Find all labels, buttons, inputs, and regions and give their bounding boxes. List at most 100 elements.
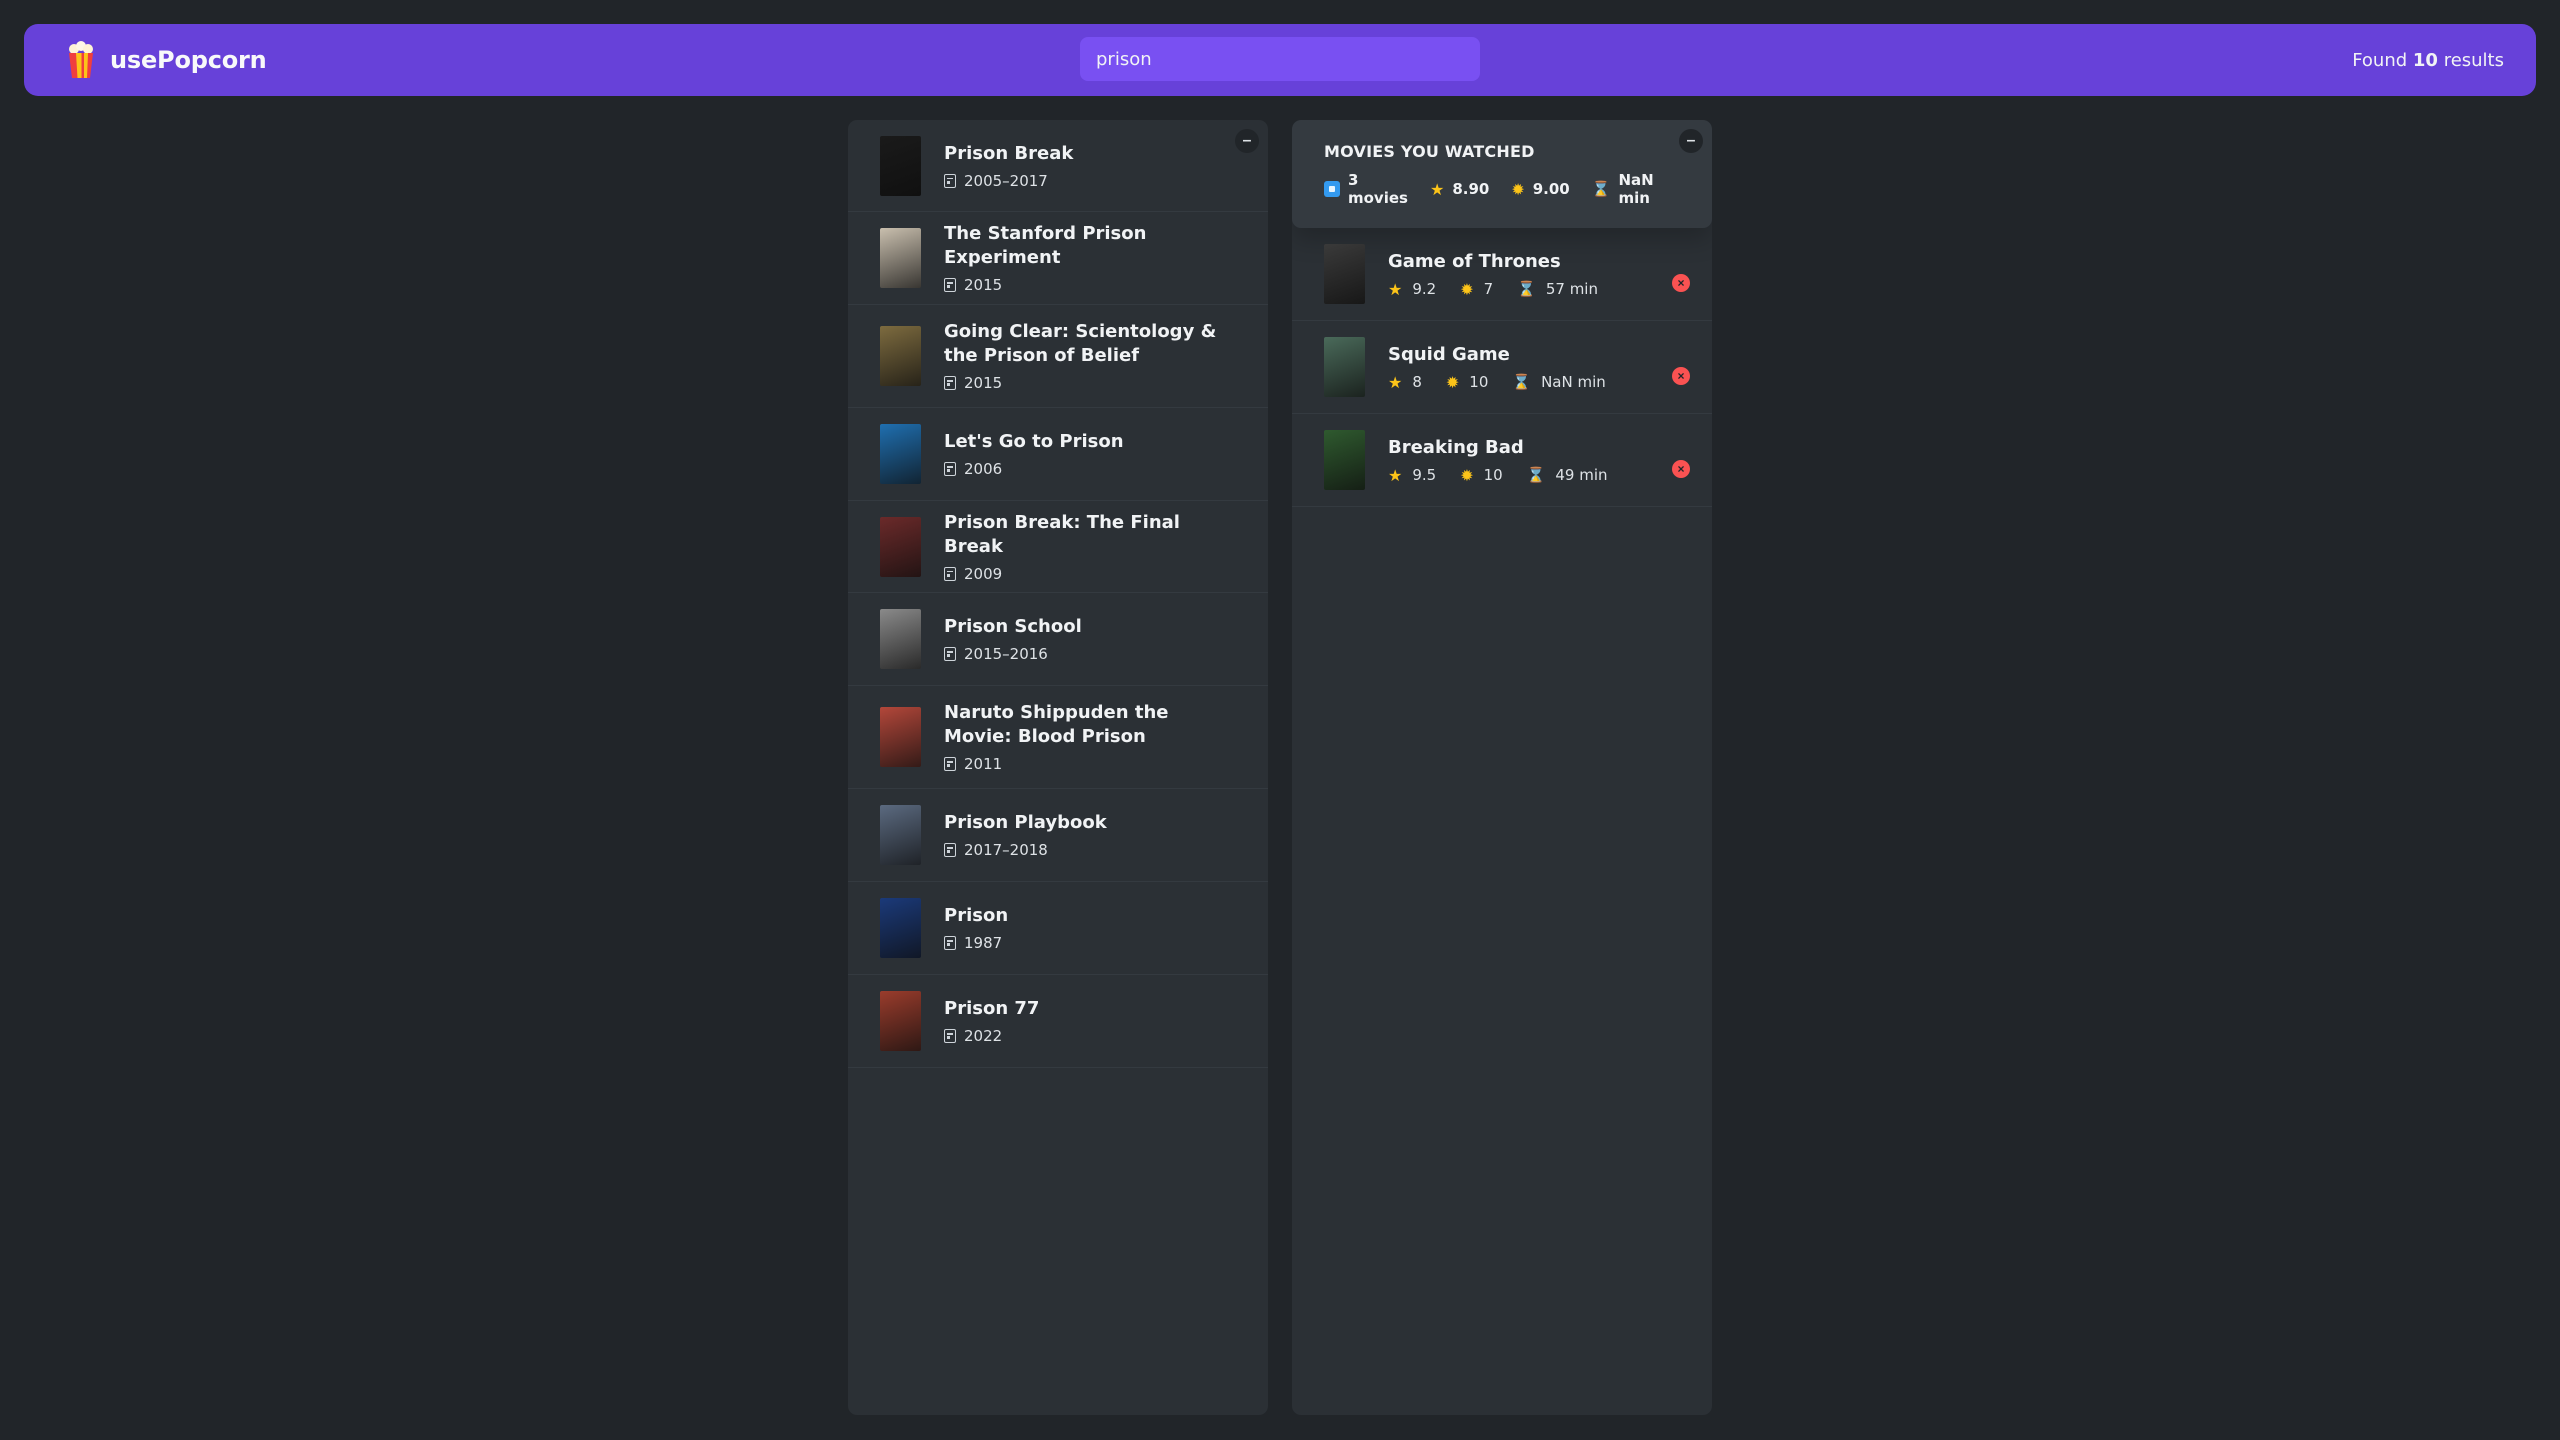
calendar-icon [944, 278, 956, 292]
calendar-icon [944, 757, 956, 771]
movie-year-text: 2006 [964, 460, 1003, 478]
sun-icon: ✹ [1460, 279, 1474, 299]
movie-year-text: 2017–2018 [964, 841, 1048, 859]
search-input[interactable] [1080, 37, 1480, 81]
logo: usePopcorn [64, 41, 267, 79]
movie-year: 1987 [944, 934, 1008, 952]
watched-list-item: Game of Thrones ★ 9.2 ✹ 7 ⌛ 57 min × [1292, 228, 1712, 321]
summary-title: MOVIES YOU WATCHED [1324, 142, 1535, 161]
movie-list-item[interactable]: Prison Playbook 2017–2018 [848, 789, 1268, 882]
movie-title: Let's Go to Prison [944, 431, 1124, 452]
movie-year: 2009 [944, 565, 1236, 583]
calendar-icon [944, 936, 956, 950]
movie-list-item[interactable]: Naruto Shippuden the Movie: Blood Prison… [848, 686, 1268, 789]
movie-poster [880, 609, 921, 669]
summary-runtime: ⌛ NaN min [1592, 171, 1654, 207]
calendar-icon [944, 1029, 956, 1043]
movie-poster [880, 228, 921, 288]
movie-poster [880, 991, 921, 1051]
movie-title: Prison Playbook [944, 812, 1107, 833]
results-count: Found 10 results [2352, 50, 2504, 71]
movie-poster [880, 898, 921, 958]
movie-list-item[interactable]: The Stanford Prison Experiment 2015 [848, 212, 1268, 305]
movie-year: 2006 [944, 460, 1124, 478]
movie-title: Naruto Shippuden the Movie: Blood Prison [944, 702, 1169, 747]
avg-imdb-rating: 8.90 [1452, 180, 1490, 198]
movie-list-item[interactable]: Prison School 2015–2016 [848, 593, 1268, 686]
calendar-icon [944, 566, 956, 581]
sun-icon: ✹ [1460, 465, 1474, 485]
delete-button[interactable]: × [1672, 460, 1690, 478]
imdb-rating: 9.5 [1412, 466, 1437, 484]
collapse-button[interactable]: – [1235, 129, 1259, 153]
movie-year-text: 1987 [964, 934, 1003, 952]
runtime: 49 min [1555, 466, 1608, 484]
imdb-rating: 8 [1412, 373, 1422, 391]
movie-year-text: 2011 [964, 755, 1003, 773]
sun-icon: ✹ [1445, 372, 1460, 392]
user-rating: 10 [1469, 373, 1489, 391]
summary-imdb: ★ 8.90 [1430, 180, 1489, 199]
movie-poster [1324, 244, 1365, 304]
calendar-icon [944, 376, 956, 390]
movie-year: 2022 [944, 1027, 1039, 1045]
movie-year-text: 2015–2016 [964, 645, 1048, 663]
count-unit: movies [1348, 189, 1408, 207]
summary-count: 3 movies [1324, 171, 1408, 207]
user-rating: 7 [1483, 280, 1494, 298]
star-icon: ★ [1388, 465, 1403, 485]
movie-poster [880, 135, 921, 196]
movie-title: Prison Break [944, 142, 1074, 164]
movie-year: 2015 [944, 374, 1236, 392]
movie-year: 2011 [944, 755, 1236, 773]
movie-list-item[interactable]: Prison Break: The Final Break 2009 [848, 501, 1268, 593]
calendar-icon [944, 647, 956, 661]
movie-poster [880, 707, 921, 767]
star-icon: ★ [1388, 372, 1403, 392]
watched-box: – MOVIES YOU WATCHED 3 movies ★ 8.90 ✹ 9… [1292, 120, 1712, 1415]
runtime: NaN min [1541, 373, 1606, 391]
movie-poster [1324, 337, 1365, 397]
movie-list-item[interactable]: Prison Break 2005–2017 [848, 120, 1268, 212]
star-icon: ★ [1388, 279, 1403, 299]
collapse-button[interactable]: – [1679, 129, 1703, 153]
popcorn-icon [69, 41, 93, 78]
sun-icon: ✹ [1511, 179, 1525, 199]
movie-year: 2015 [944, 276, 1236, 294]
hourglass-icon: ⌛ [1517, 280, 1536, 298]
search-results-box: – Prison Break 2005–2017 The Stanford Pris… [848, 120, 1268, 1415]
watched-list: Game of Thrones ★ 9.2 ✹ 7 ⌛ 57 min × Squid Game ★… [1292, 228, 1712, 507]
movie-list: Prison Break 2005–2017 The Stanford Prison… [848, 120, 1268, 1068]
watched-list-item: Breaking Bad ★ 9.5 ✹ 10 ⌛ 49 min × [1292, 414, 1712, 507]
movie-title: Breaking Bad [1388, 436, 1524, 458]
watched-stats: ★ 9.5 ✹ 10 ⌛ 49 min [1388, 466, 1622, 485]
count-number: 3 [1348, 171, 1359, 189]
hourglass-icon: ⌛ [1512, 373, 1532, 391]
movie-poster [880, 326, 921, 386]
movie-year-text: 2015 [964, 276, 1003, 294]
summary-stats: 3 movies ★ 8.90 ✹ 9.00 ⌛ NaN min [1324, 171, 1680, 207]
movie-year: 2017–2018 [944, 841, 1107, 859]
movie-year: 2015–2016 [944, 645, 1082, 663]
hourglass-icon: ⌛ [1591, 180, 1611, 198]
movie-list-item[interactable]: Let's Go to Prison 2006 [848, 408, 1268, 501]
nav-bar: usePopcorn Found 10 results [24, 24, 2536, 96]
calendar-icon [944, 173, 956, 188]
summary-user: ✹ 9.00 [1511, 180, 1569, 199]
movie-list-item[interactable]: Going Clear: Scientology & the Prison of… [848, 305, 1268, 408]
movie-list-item[interactable]: Prison 1987 [848, 882, 1268, 975]
movie-poster [1324, 430, 1365, 490]
movie-title: Prison [944, 905, 1009, 926]
user-rating: 10 [1483, 466, 1503, 484]
movie-list-item[interactable]: Prison 77 2022 [848, 975, 1268, 1068]
movie-title: Prison School [944, 616, 1082, 637]
movie-year-text: 2009 [964, 564, 1003, 583]
movie-year-text: 2015 [964, 374, 1003, 392]
delete-button[interactable]: × [1672, 367, 1690, 385]
movie-title: Prison Break: The Final Break [944, 511, 1180, 557]
app-name: usePopcorn [110, 46, 267, 74]
movie-title: Squid Game [1388, 343, 1510, 365]
movie-year-text: 2005–2017 [964, 171, 1048, 190]
delete-button[interactable]: × [1672, 274, 1690, 292]
movie-poster [880, 516, 921, 577]
